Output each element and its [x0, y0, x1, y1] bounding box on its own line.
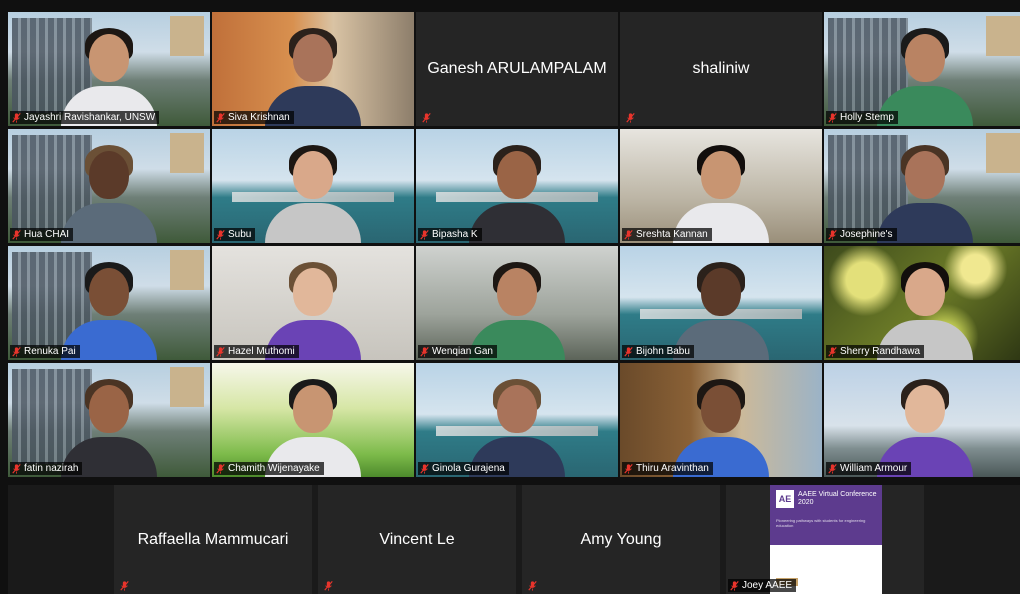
- mic-muted-icon: [730, 580, 739, 591]
- mic-muted-icon: [216, 112, 225, 123]
- participant-video: [61, 143, 157, 243]
- participant-video: [469, 143, 565, 243]
- mic-muted-icon: [216, 463, 225, 474]
- mic-muted-icon: [420, 229, 429, 240]
- mic-muted-icon: [624, 229, 633, 240]
- mic-muted-icon: [528, 578, 537, 591]
- participant-tile[interactable]: shaliniw: [620, 12, 822, 126]
- participant-name-label: Hazel Muthomi: [214, 345, 299, 358]
- participant-tile[interactable]: AE AAEE Virtual Conference 2020 Pioneering…: [726, 485, 924, 594]
- participant-name: Joey AAEE: [742, 580, 793, 591]
- participant-name: Hazel Muthomi: [228, 346, 295, 357]
- participant-name-label: Jayashri Ravishankar, UNSW: [10, 111, 160, 124]
- participant-name: Thiru Aravinthan: [636, 463, 709, 474]
- participant-tile[interactable]: Renuka Pai: [8, 246, 210, 360]
- participant-name: Hua CHAI: [24, 229, 70, 240]
- participant-tile[interactable]: Bijohn Babu: [620, 246, 822, 360]
- aaee-logo: AE: [776, 490, 794, 508]
- mic-muted-icon: [828, 229, 837, 240]
- participant-name: Bipasha K: [432, 229, 478, 240]
- mic-muted-icon: [624, 463, 633, 474]
- participant-tile[interactable]: Ganesh ARULAMPALAM: [416, 12, 618, 126]
- participant-name: Amy Young: [580, 530, 662, 548]
- participant-name: fatin nazirah: [24, 463, 79, 474]
- participant-name: Vincent Le: [379, 530, 455, 548]
- participant-name: Wenqian Gan: [432, 346, 493, 357]
- participant-name-label: Joey AAEE: [728, 579, 797, 592]
- participant-tile[interactable]: William Armour: [824, 363, 1020, 477]
- participant-name-label: Hua CHAI: [10, 228, 74, 241]
- mic-muted-icon: [12, 229, 21, 240]
- mic-muted-icon: [422, 110, 431, 123]
- participant-name: Holly Stemp: [840, 112, 894, 123]
- participant-tile[interactable]: Bipasha K: [416, 129, 618, 243]
- mic-muted-icon: [324, 578, 333, 591]
- participant-name: Bijohn Babu: [636, 346, 690, 357]
- participant-name-label: Subu: [214, 228, 256, 241]
- mic-muted-icon: [12, 463, 21, 474]
- participant-name-label: Bipasha K: [418, 228, 482, 241]
- participant-tile[interactable]: Subu: [212, 129, 414, 243]
- participant-tile[interactable]: Vincent Le: [318, 485, 516, 594]
- participant-name: Josephine's: [840, 229, 893, 240]
- participant-tile[interactable]: Thiru Aravinthan: [620, 363, 822, 477]
- participant-name-label: Ginola Gurajena: [418, 462, 509, 475]
- participant-name-label: Bijohn Babu: [622, 345, 694, 358]
- participant-name-label: Thiru Aravinthan: [622, 462, 713, 475]
- participant-name-label: William Armour: [826, 462, 912, 475]
- participant-name-label: Holly Stemp: [826, 111, 898, 124]
- mic-muted-icon: [828, 463, 837, 474]
- participant-name: Siva Krishnan: [228, 112, 290, 123]
- participant-tile[interactable]: Sreshta Kannan: [620, 129, 822, 243]
- participant-name: shaliniw: [692, 60, 750, 77]
- participant-tile[interactable]: Siva Krishnan: [212, 12, 414, 126]
- participant-tile[interactable]: Holly Stemp: [824, 12, 1020, 126]
- shared-slide: AE AAEE Virtual Conference 2020 Pioneering…: [770, 485, 882, 594]
- participant-name: Sherry Randhawa: [840, 346, 921, 357]
- participant-name-label: Wenqian Gan: [418, 345, 497, 358]
- mic-muted-icon: [624, 346, 633, 357]
- participant-name-label: Sherry Randhawa: [826, 345, 925, 358]
- mic-muted-icon: [828, 112, 837, 123]
- mic-muted-icon: [12, 346, 21, 357]
- participant-tile[interactable]: Hazel Muthomi: [212, 246, 414, 360]
- participant-name: William Armour: [840, 463, 908, 474]
- participant-name-label: Chamith Wijenayake: [214, 462, 324, 475]
- participant-tile[interactable]: Amy Young: [522, 485, 720, 594]
- participant-name: Jayashri Ravishankar, UNSW: [24, 112, 156, 123]
- bottom-row: Raffaella Mammucari Vincent Le Amy Young…: [8, 485, 1020, 594]
- participant-name-label: Renuka Pai: [10, 345, 80, 358]
- participant-name-label: Sreshta Kannan: [622, 228, 712, 241]
- participant-tile[interactable]: fatin nazirah: [8, 363, 210, 477]
- mic-muted-icon: [420, 463, 429, 474]
- participant-name: Ganesh ARULAMPALAM: [427, 60, 607, 77]
- participant-name: Ginola Gurajena: [432, 463, 505, 474]
- participant-name-label: Josephine's: [826, 228, 897, 241]
- participant-name: Renuka Pai: [24, 346, 76, 357]
- mic-muted-icon: [216, 346, 225, 357]
- mic-muted-icon: [12, 112, 21, 123]
- participant-tile[interactable]: Wenqian Gan: [416, 246, 618, 360]
- participant-video: [265, 143, 361, 243]
- participant-tile[interactable]: Sherry Randhawa: [824, 246, 1020, 360]
- participant-name-label: Siva Krishnan: [214, 111, 294, 124]
- mic-muted-icon: [120, 578, 129, 591]
- participant-name: Subu: [228, 229, 252, 240]
- participant-tile[interactable]: Chamith Wijenayake: [212, 363, 414, 477]
- participant-tile[interactable]: Jayashri Ravishankar, UNSW: [8, 12, 210, 126]
- participant-tile[interactable]: Hua CHAI: [8, 129, 210, 243]
- mic-muted-icon: [828, 346, 837, 357]
- participant-name: Chamith Wijenayake: [228, 463, 320, 474]
- participant-tile[interactable]: Ginola Gurajena: [416, 363, 618, 477]
- participant-name: Raffaella Mammucari: [137, 530, 289, 548]
- slide-title: AAEE Virtual Conference 2020: [798, 491, 877, 506]
- participant-name-label: fatin nazirah: [10, 462, 83, 475]
- participant-name: Sreshta Kannan: [636, 229, 708, 240]
- mic-muted-icon: [626, 110, 635, 123]
- participant-tile[interactable]: Raffaella Mammucari: [114, 485, 312, 594]
- mic-muted-icon: [216, 229, 225, 240]
- participant-tile[interactable]: Josephine's: [824, 129, 1020, 243]
- slide-subtitle: Pioneering pathways with students for en…: [776, 518, 866, 528]
- mic-muted-icon: [420, 346, 429, 357]
